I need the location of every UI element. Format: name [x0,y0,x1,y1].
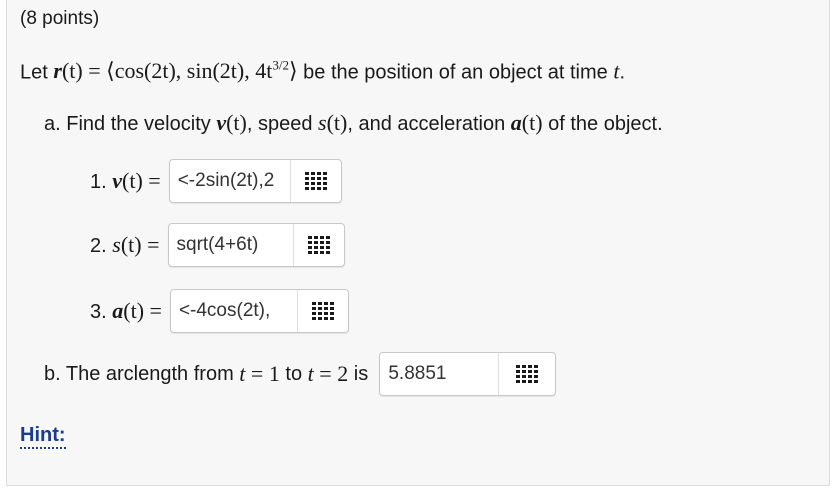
speed-input[interactable]: sqrt(4+6t) [169,224,294,266]
points-label: (8 points) [20,8,100,29]
speed-answer-box: sqrt(4+6t) [167,223,345,267]
position-function: r(t) = ⟨cos(2t), sin(2t), 4t3/2⟩ [53,58,298,84]
acceleration-input[interactable]: <-4cos(2t), [171,290,298,332]
answer-row-acceleration: 3. a(t) = <-4cos(2t), [90,289,349,333]
part-a-prompt: a. Find the velocity v(t), speed s(t), a… [44,110,663,135]
speed-equation-editor-button[interactable] [294,224,344,266]
equation-editor-grid-icon [307,236,330,254]
problem-rest: be the position of an object at time [303,61,608,84]
let-text: Let [20,61,48,84]
part-b-prompt: b. The arclength from t = 1 to t = 2 is … [44,352,557,396]
arclength-answer-box: 5.8851 [379,352,557,396]
acceleration-equation-editor-button[interactable] [298,290,348,332]
velocity-answer-box: <-2sin(2t),2 [168,159,342,203]
equation-editor-grid-icon [516,365,539,383]
arclength-equation-editor-button[interactable] [499,353,555,395]
problem-statement: Let r(t) = ⟨cos(2t), sin(2t), 4t3/2⟩ be … [20,58,626,84]
arclength-input[interactable]: 5.8851 [380,353,500,395]
acceleration-answer-box: <-4cos(2t), [169,289,349,333]
velocity-equation-editor-button[interactable] [291,160,341,202]
answer-row-speed: 2. s(t) = sqrt(4+6t) [90,223,345,267]
velocity-input[interactable]: <-2sin(2t),2 [170,160,291,202]
equation-editor-grid-icon [311,302,334,320]
hint-link[interactable]: Hint: [20,423,66,449]
equation-editor-grid-icon [304,172,327,190]
answer-row-velocity: 1. v(t) = <-2sin(2t),2 [90,159,342,203]
